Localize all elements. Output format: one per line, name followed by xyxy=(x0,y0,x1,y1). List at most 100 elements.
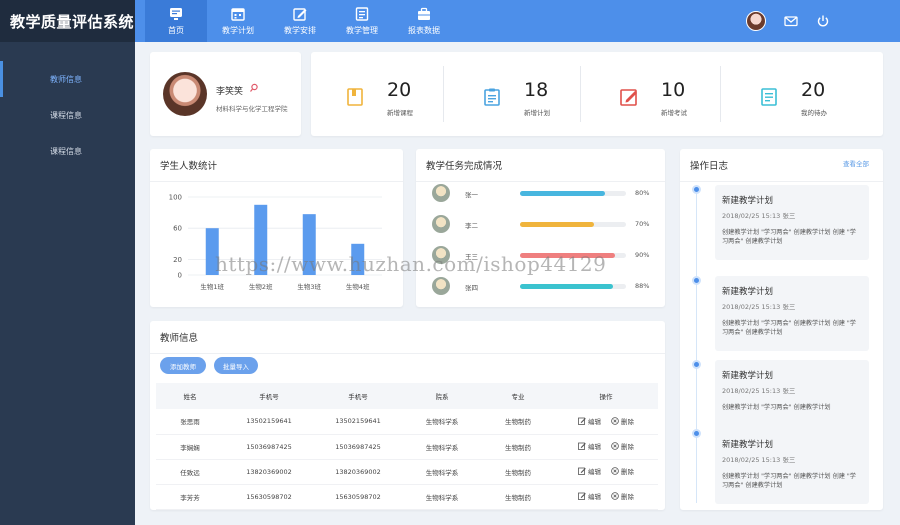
stat-new-exams[interactable]: 10 新增考试 xyxy=(585,52,728,136)
log-entry-title: 新建教学计划 xyxy=(722,371,774,381)
bar[interactable] xyxy=(205,228,219,275)
column-header: 手机号 xyxy=(224,383,314,409)
avatar xyxy=(432,184,450,202)
column-header: 姓名 xyxy=(156,383,224,409)
cell-phone: 15630598702 xyxy=(314,484,402,510)
power-icon[interactable] xyxy=(816,14,830,28)
progress-fill xyxy=(520,191,605,196)
task-completion-card: 教学任务完成情况 张一 80% 李二 70% 王三 90% 张四 88% xyxy=(416,149,665,307)
stat-new-courses[interactable]: 20 新增课程 xyxy=(311,52,454,136)
stat-label: 新增计划 xyxy=(524,109,550,117)
cell-name: 任致远 xyxy=(156,459,224,485)
nav-teaching-arrangement[interactable]: 教学安排 xyxy=(269,0,331,42)
teacher-table-title: 教师信息 xyxy=(150,321,665,354)
x-tick-label: 生物2班 xyxy=(249,282,273,291)
edit-button[interactable]: 编辑 xyxy=(578,416,601,426)
log-entry[interactable]: 新建教学计划 2018/02/25 15:13 张三 创建教学计划 "学习两会" 创… xyxy=(715,429,869,504)
delete-button[interactable]: 删除 xyxy=(611,491,634,501)
cell-department: 生物科学系 xyxy=(402,459,482,485)
document-icon xyxy=(761,88,777,106)
teacher-info-card: 教师信息 添加教师 批量导入 姓名 手机号 手机号 院系 专业 操作 张思雨 13… xyxy=(150,321,665,510)
view-all-link[interactable]: 查看全部 xyxy=(843,158,869,168)
sidebar-item-course-info-2[interactable]: 课程信息 xyxy=(0,133,135,169)
cell-actions: 编辑 删除 xyxy=(554,434,658,460)
cell-phone: 13502159641 xyxy=(314,409,402,435)
bar[interactable] xyxy=(302,214,316,275)
nav-teaching-plan[interactable]: 教学计划 xyxy=(207,0,269,42)
progress-percent: 90% xyxy=(635,251,650,259)
profile-card: 李笑笑 材料科学与化学工程学院 xyxy=(150,52,301,136)
user-avatar[interactable] xyxy=(746,11,766,31)
nav-teaching-management-label: 教学管理 xyxy=(346,26,378,35)
profile-name: 李笑笑 xyxy=(216,87,244,97)
log-entry[interactable]: 新建教学计划 2018/02/25 15:13 张三 创建教学计划 "学习两会" 创… xyxy=(715,360,869,435)
cell-department: 生物科学系 xyxy=(402,434,482,460)
batch-import-button[interactable]: 批量导入 xyxy=(214,357,258,374)
delete-icon xyxy=(611,492,619,500)
table-row: 张思雨 13502159641 13502159641 生物科学系 生物制药 编辑 删除 xyxy=(156,409,658,435)
cell-actions: 编辑 删除 xyxy=(554,459,658,485)
y-tick-label: 20 xyxy=(173,256,182,264)
timeline-dot xyxy=(692,185,701,194)
monitor-icon xyxy=(170,8,182,20)
edit-button[interactable]: 编辑 xyxy=(578,491,601,501)
x-tick-label: 生物4班 xyxy=(346,282,370,291)
delete-icon xyxy=(611,467,619,475)
stat-new-plans[interactable]: 18 新增计划 xyxy=(448,52,591,136)
nav-teaching-arrangement-label: 教学安排 xyxy=(284,26,316,35)
progress-row: 张四 88% xyxy=(432,277,657,297)
list-icon xyxy=(355,7,369,21)
column-header: 手机号 xyxy=(314,383,402,409)
table-row: 任致远 13820369002 13820369002 生物科学系 生物制药 编辑 删除 xyxy=(156,459,658,485)
cell-actions: 编辑 删除 xyxy=(554,484,658,510)
log-entry[interactable]: 新建教学计划 2018/02/25 15:13 张三 创建教学计划 "学习两会" 创… xyxy=(715,276,869,351)
nav-teaching-management[interactable]: 教学管理 xyxy=(331,0,393,42)
bar-chart: 0 20 60 100 生物1班 生物2班 生物3班 生物4班 xyxy=(169,194,382,291)
edit-label: 编辑 xyxy=(588,443,601,451)
edit-button[interactable]: 编辑 xyxy=(578,466,601,476)
edit-button[interactable]: 编辑 xyxy=(578,441,601,451)
timeline-dot xyxy=(692,360,701,369)
sidebar-item-course-info[interactable]: 课程信息 xyxy=(0,97,135,133)
cell-phone: 13502159641 xyxy=(224,409,314,435)
nav-report-data[interactable]: 报表数据 xyxy=(393,0,455,42)
progress-percent: 80% xyxy=(635,189,650,197)
delete-button[interactable]: 删除 xyxy=(611,466,634,476)
stat-my-todos[interactable]: 20 我的待办 xyxy=(725,52,868,136)
delete-button[interactable]: 删除 xyxy=(611,416,634,426)
cell-phone: 15036987425 xyxy=(224,434,314,460)
profile-avatar xyxy=(163,72,207,116)
mail-icon[interactable] xyxy=(784,14,798,28)
log-entry-meta: 2018/02/25 15:13 张三 xyxy=(722,387,796,395)
cell-major: 生物制药 xyxy=(482,459,554,485)
log-entry[interactable]: 新建教学计划 2018/02/25 15:13 张三 创建教学计划 "学习两会" 创… xyxy=(715,185,869,260)
column-header: 院系 xyxy=(402,383,482,409)
main-nav: 首页 教学计划 教学安排 教学管理 报表数据 xyxy=(145,0,455,42)
sidebar-item-teacher-info[interactable]: 教师信息 xyxy=(0,61,135,97)
progress-fill xyxy=(520,284,614,289)
nav-report-data-label: 报表数据 xyxy=(408,26,440,35)
log-entry-title: 新建教学计划 xyxy=(722,287,774,297)
delete-button[interactable]: 删除 xyxy=(611,441,634,451)
add-teacher-button[interactable]: 添加教师 xyxy=(160,357,206,374)
progress-percent: 88% xyxy=(635,282,650,290)
avatar xyxy=(432,215,450,233)
cell-phone: 15036987425 xyxy=(314,434,402,460)
log-entry-desc: 创建教学计划 "学习两会" 创建教学计划 创建 "学习两会" 创建教学计划 xyxy=(722,229,856,245)
column-header: 操作 xyxy=(554,383,658,409)
cell-actions: 编辑 删除 xyxy=(554,409,658,435)
bar[interactable] xyxy=(351,243,365,275)
edit-icon xyxy=(578,442,586,450)
edit-icon xyxy=(578,492,586,500)
cell-major: 生物制药 xyxy=(482,434,554,460)
progress-fill xyxy=(520,222,595,227)
x-tick-label: 生物3班 xyxy=(297,282,321,291)
nav-home[interactable]: 首页 xyxy=(145,0,207,42)
log-entry-meta: 2018/02/25 15:13 张三 xyxy=(722,456,796,464)
bar[interactable] xyxy=(254,204,268,275)
log-entry-meta: 2018/02/25 15:13 张三 xyxy=(722,303,796,311)
edit-label: 编辑 xyxy=(588,493,601,501)
stat-label: 我的待办 xyxy=(801,109,827,117)
edit-icon xyxy=(293,8,307,21)
stat-value: 18 xyxy=(524,79,549,101)
